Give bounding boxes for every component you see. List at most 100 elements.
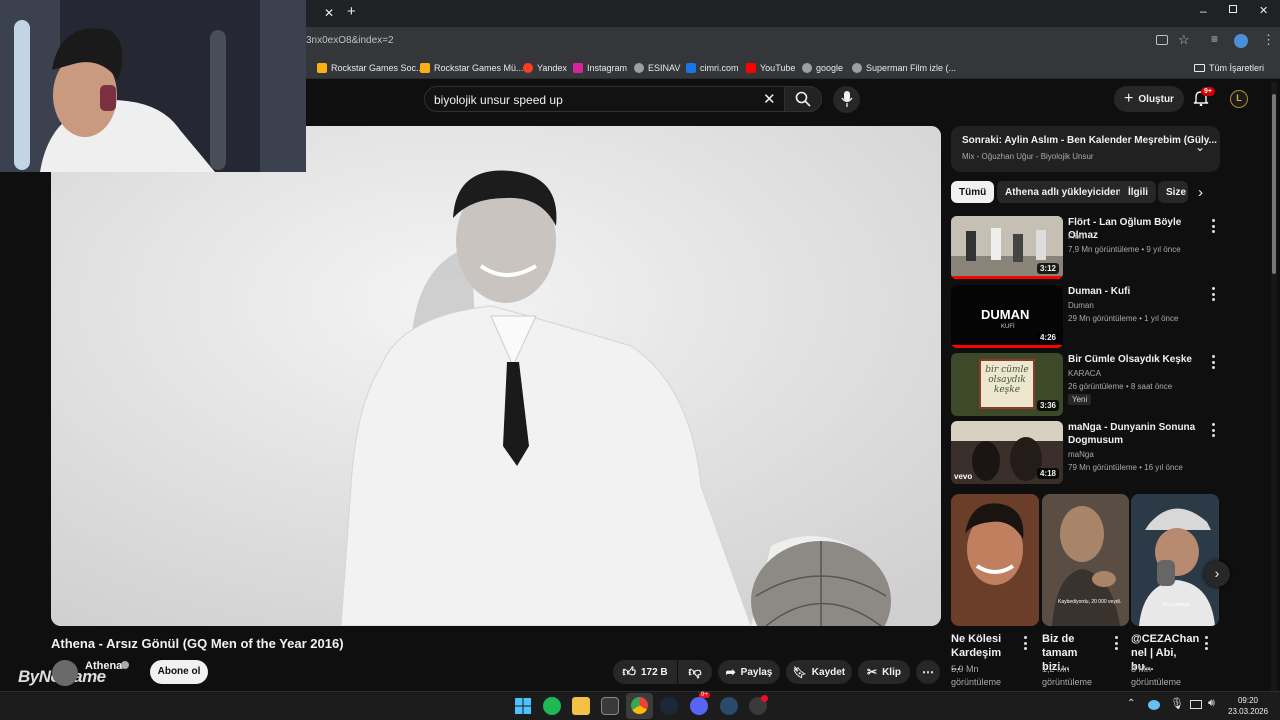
app-icon[interactable]: [749, 695, 768, 715]
chip-related[interactable]: İlgili: [1120, 181, 1156, 203]
network-icon[interactable]: [1190, 700, 1202, 709]
clock[interactable]: 09:20 23.03.2026: [1228, 695, 1268, 717]
rec-channel[interactable]: KARACA: [1068, 367, 1101, 381]
chrome-taskbar-item[interactable]: [626, 693, 653, 719]
bookmark-item[interactable]: ESINAV: [634, 60, 680, 76]
shorts-next-button[interactable]: ›: [1204, 561, 1230, 587]
clear-search-icon[interactable]: ✕: [763, 90, 776, 108]
voice-search-button[interactable]: [833, 86, 860, 113]
bookmark-item[interactable]: Rockstar Games Soc...: [317, 60, 424, 76]
page-scrollbar[interactable]: [1271, 82, 1277, 691]
clip-button[interactable]: ✂ Klip: [858, 660, 910, 684]
search-box[interactable]: biyolojik unsur speed up ✕: [424, 86, 822, 112]
notifications-button[interactable]: 9+: [1193, 87, 1215, 108]
short-menu-icon[interactable]: [1115, 636, 1119, 650]
steam-tray-icon[interactable]: [1148, 700, 1160, 710]
chevron-right-icon[interactable]: ›: [1198, 184, 1203, 201]
video-thumbnail[interactable]: vevo 4:18: [951, 421, 1063, 484]
bookmark-star-icon[interactable]: ☆: [1178, 32, 1190, 48]
chip-for-you[interactable]: Size: [1158, 181, 1188, 203]
new-tab-button[interactable]: +: [347, 3, 356, 20]
maximize-icon[interactable]: [1229, 5, 1237, 13]
playlist-panel[interactable]: Sonraki: Aylin Aslım - Ben Kalender Meşr…: [951, 126, 1220, 172]
account-avatar[interactable]: L: [1230, 90, 1248, 108]
channel-avatar[interactable]: [52, 660, 78, 686]
video-thumbnail[interactable]: bir cümle olsaydık keşke 3:36: [951, 353, 1063, 416]
video-thumbnail[interactable]: 3:12: [951, 216, 1063, 279]
chevron-down-icon[interactable]: ⌄: [1195, 140, 1205, 154]
rec-channel[interactable]: maNga: [1068, 448, 1094, 462]
rec-title[interactable]: maNga - Dunyanin Sonuna Dogmusum: [1068, 421, 1203, 447]
scrollbar-thumb[interactable]: [1272, 94, 1276, 274]
chrome-icon: [631, 697, 648, 714]
file-explorer-icon[interactable]: [572, 697, 590, 715]
discord-icon[interactable]: 9+: [690, 692, 710, 715]
microphone-tray-icon[interactable]: 🎙︎: [1170, 697, 1184, 710]
short-views: 8 Mn: [1131, 664, 1152, 674]
subscribe-button[interactable]: Abone ol: [150, 660, 208, 684]
volume-icon[interactable]: 🔊︎: [1208, 697, 1215, 710]
spotify-icon[interactable]: [543, 697, 561, 715]
short-thumbnail[interactable]: Bu kalmaya: [1131, 494, 1219, 626]
up-next-title: Sonraki: Aylin Aslım - Ben Kalender Meşr…: [962, 135, 1217, 146]
all-bookmarks[interactable]: Tüm İşaretleri: [1194, 60, 1264, 76]
search-input[interactable]: biyolojik unsur speed up: [434, 93, 563, 107]
tray-chevron-icon[interactable]: ⌃: [1127, 698, 1135, 709]
profile-avatar[interactable]: [1234, 34, 1248, 48]
battlenet-icon[interactable]: [720, 697, 738, 715]
search-button[interactable]: [784, 86, 822, 112]
dislike-button[interactable]: 👎︎: [678, 660, 712, 684]
video-thumbnail[interactable]: DUMAN KUFİ 4:26: [951, 285, 1063, 348]
rockstar-icon: [420, 63, 430, 73]
rec-menu-icon[interactable]: [1212, 287, 1216, 301]
short-menu-icon[interactable]: [1024, 636, 1028, 650]
share-button[interactable]: ➦ Paylaş: [718, 660, 780, 684]
rec-channel[interactable]: Flört: [1068, 230, 1084, 244]
more-actions-button[interactable]: ⋯: [916, 660, 940, 684]
yandex-icon: [523, 63, 533, 73]
like-button[interactable]: 👍︎ 172 B: [613, 660, 677, 684]
bookmark-item[interactable]: Superman Film izle (...: [852, 60, 956, 76]
bookmark-item[interactable]: Instagram: [573, 60, 627, 76]
chip-uploader[interactable]: Athena adlı yükleyiciden: [997, 181, 1130, 203]
chip-all[interactable]: Tümü: [951, 181, 995, 203]
start-button[interactable]: [514, 697, 532, 715]
bookmark-item[interactable]: YouTube: [746, 60, 795, 76]
duration-badge: 3:12: [1036, 263, 1059, 274]
video-player[interactable]: [51, 126, 941, 626]
close-tab-icon[interactable]: ✕: [324, 6, 334, 20]
bookmark-label: Rockstar Games Mü...: [434, 63, 524, 73]
store-icon[interactable]: [601, 697, 619, 715]
install-app-icon[interactable]: [1156, 35, 1168, 45]
short-thumbnail[interactable]: Kaybediyordu, 20 000 veydi.: [1042, 494, 1129, 626]
bookmark-item[interactable]: google: [802, 60, 843, 76]
save-button[interactable]: 🔖︎ Kaydet: [786, 660, 852, 684]
minimize-icon[interactable]: –: [1200, 4, 1207, 18]
create-button[interactable]: + Oluştur: [1114, 86, 1184, 112]
bookmark-item[interactable]: Rockstar Games Mü...: [420, 60, 524, 76]
rec-menu-icon[interactable]: [1212, 423, 1216, 437]
rec-channel[interactable]: Duman: [1068, 299, 1094, 313]
close-window-icon[interactable]: ✕: [1259, 4, 1268, 17]
short-menu-icon[interactable]: [1205, 636, 1209, 650]
url-field[interactable]: 3nx0exO8&index=2: [306, 35, 394, 46]
steam-icon[interactable]: [660, 697, 678, 715]
short-views-label: görüntüleme: [951, 677, 1002, 687]
channel-name[interactable]: Athena: [85, 660, 122, 672]
rec-menu-icon[interactable]: [1212, 355, 1216, 369]
like-count: 172 B: [640, 666, 668, 678]
duration-badge: 4:18: [1036, 468, 1059, 479]
short-caption: Bu kalmaya: [1163, 602, 1190, 608]
rec-menu-icon[interactable]: [1212, 219, 1216, 233]
media-control-icon[interactable]: ≡: [1211, 32, 1218, 46]
thumb-text: DUMAN: [981, 307, 1030, 322]
video-frame-image: [51, 126, 941, 626]
rec-title[interactable]: Duman - Kufi: [1068, 285, 1203, 298]
short-thumbnail[interactable]: [951, 494, 1039, 626]
rec-title[interactable]: Flört - Lan Oğlum Böyle Olmaz: [1068, 216, 1203, 242]
bookmark-item[interactable]: cimri.com: [686, 60, 739, 76]
notification-dot: [761, 695, 768, 702]
rec-title[interactable]: Bir Cümle Olsaydık Keşke: [1068, 353, 1203, 366]
bookmark-item[interactable]: Yandex: [523, 60, 567, 76]
chrome-menu-icon[interactable]: ⋮: [1262, 32, 1275, 48]
